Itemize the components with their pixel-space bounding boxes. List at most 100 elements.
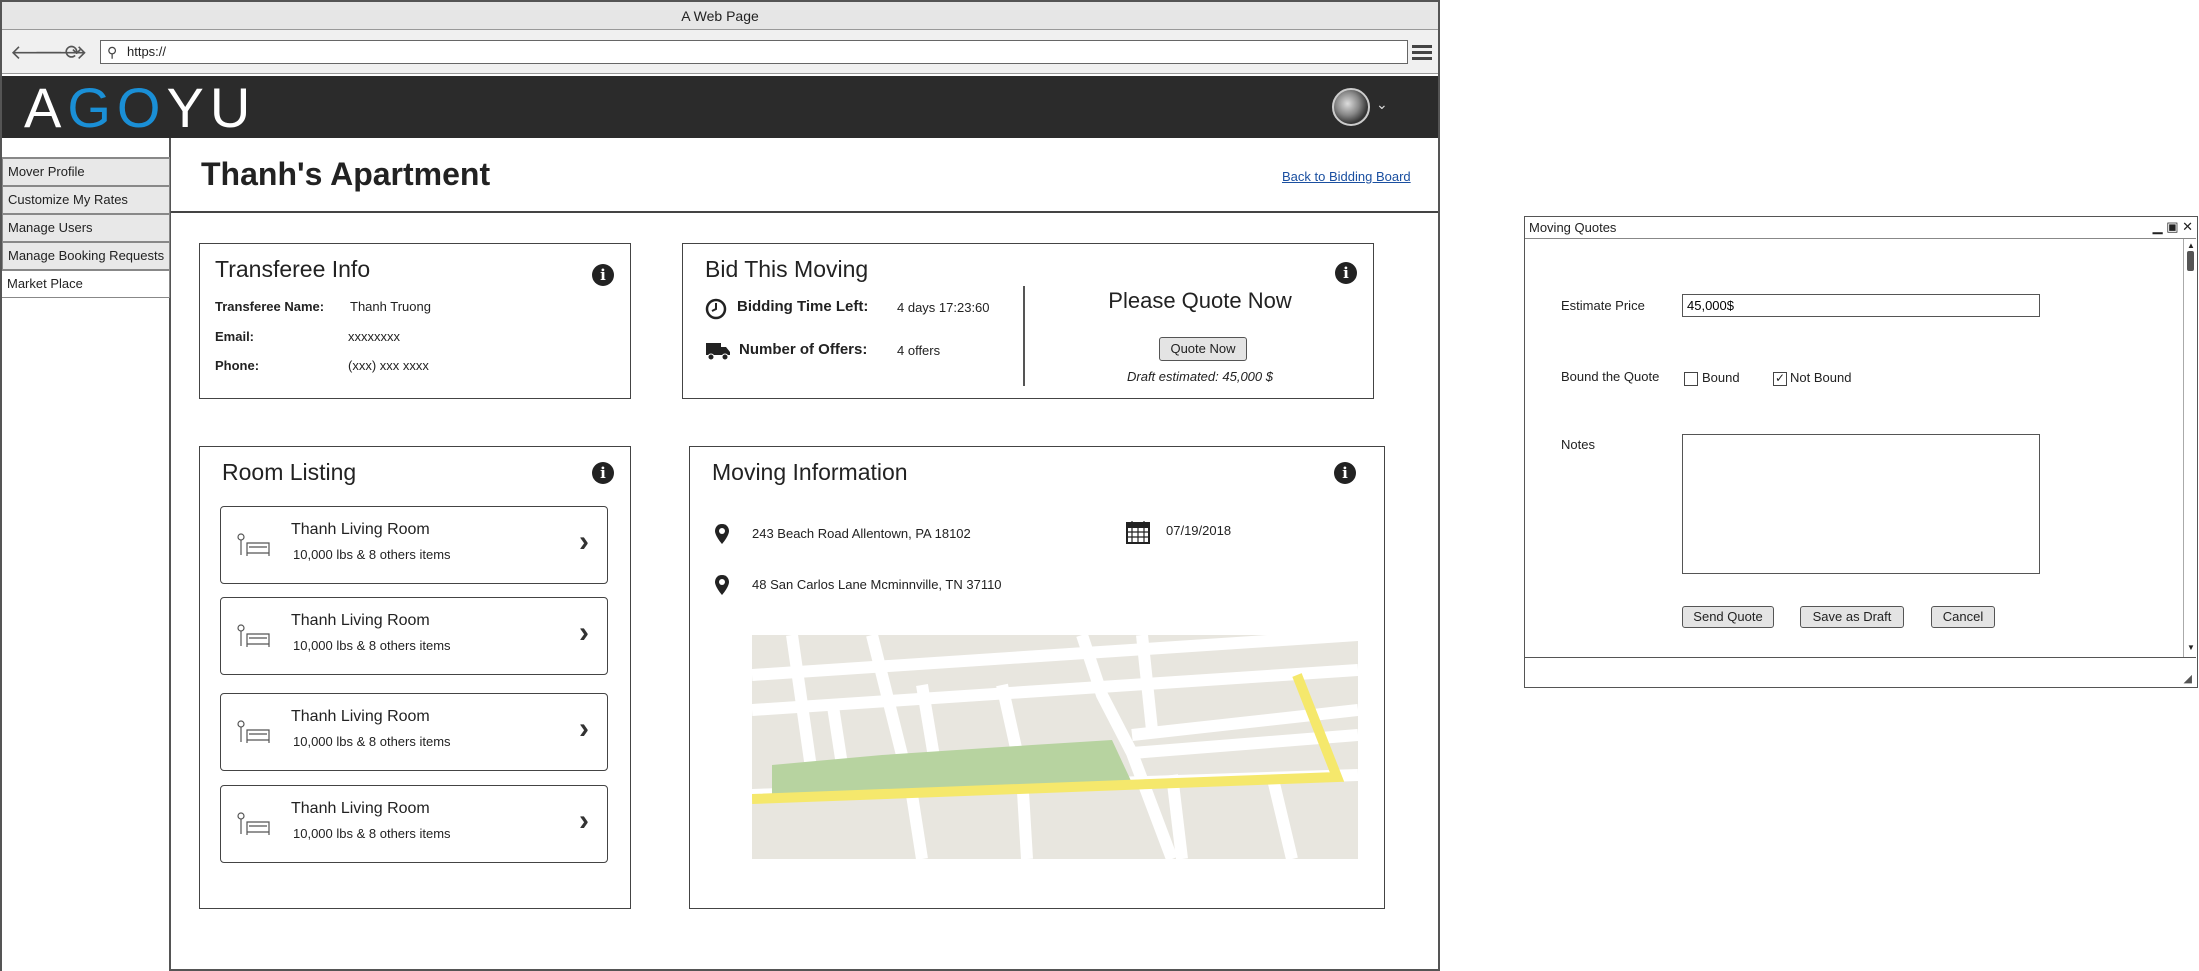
panel-title: Bid This Moving: [705, 256, 869, 282]
estimate-price-label: Estimate Price: [1561, 298, 1645, 313]
email-value: xxxxxxxx: [348, 329, 400, 344]
chevron-down-icon[interactable]: ⌄: [1376, 96, 1388, 113]
sidebar-item-manage-users[interactable]: Manage Users: [2, 214, 170, 242]
logo-letter-o: O: [116, 76, 167, 139]
transferee-name-value: Thanh Truong: [350, 299, 431, 314]
room-card[interactable]: Thanh Living Room 10,000 lbs & 8 others …: [220, 597, 608, 675]
room-detail: 10,000 lbs & 8 others items: [293, 638, 451, 653]
clock-icon: [705, 298, 727, 320]
scroll-up-icon[interactable]: ▲: [2187, 241, 2195, 250]
sofa-icon: [237, 720, 270, 743]
route-map[interactable]: [752, 635, 1358, 859]
hamburger-menu-icon[interactable]: [1412, 42, 1432, 62]
room-name: Thanh Living Room: [291, 800, 430, 817]
email-label: Email:: [215, 329, 255, 344]
room-card[interactable]: Thanh Living Room 10,000 lbs & 8 others …: [220, 693, 608, 771]
bidding-time-label: Bidding Time Left:: [737, 298, 869, 315]
notes-textarea[interactable]: [1682, 434, 2040, 574]
scroll-down-icon[interactable]: ▼: [2187, 643, 2195, 652]
window-controls-icon[interactable]: ▁ ▣ ✕: [2153, 217, 2193, 237]
bound-the-quote-label: Bound the Quote: [1561, 369, 1660, 384]
info-icon[interactable]: i: [592, 462, 614, 484]
draft-estimate-text: Draft estimated: 45,000 $: [1127, 369, 1273, 384]
chevron-right-icon: ›: [579, 712, 589, 745]
dialog-title: Moving Quotes: [1525, 217, 2196, 239]
moving-date: 07/19/2018: [1166, 523, 1232, 538]
info-icon[interactable]: i: [1334, 462, 1356, 484]
sidebar-header: [2, 138, 170, 158]
logo[interactable]: AGOYU: [24, 80, 256, 136]
reload-icon[interactable]: ⟳: [62, 42, 84, 64]
forward-arrow-icon[interactable]: 🡒: [34, 42, 88, 64]
chevron-right-icon: ›: [579, 616, 589, 649]
room-detail: 10,000 lbs & 8 others items: [293, 826, 451, 841]
moving-quotes-dialog: Moving Quotes ▁ ▣ ✕ ▲ ▼ Estimate Price B…: [1524, 216, 2198, 688]
bid-panel: Bid This Moving i Bidding Time Left: 4 d…: [682, 243, 1374, 399]
transferee-name-label: Transferee Name:: [215, 299, 325, 314]
room-name: Thanh Living Room: [291, 612, 430, 629]
url-text: https://: [127, 44, 167, 59]
sidebar-item-mover-profile[interactable]: Mover Profile: [2, 158, 170, 186]
moving-information-panel: Moving Information i 243 Beach Road Alle…: [689, 446, 1385, 909]
avatar[interactable]: [1332, 88, 1370, 126]
panel-title: Transferee Info: [215, 256, 371, 282]
send-quote-button[interactable]: Send Quote: [1682, 606, 1774, 628]
logo-letters-yu: YU: [166, 76, 257, 139]
not-bound-option-label: Not Bound: [1790, 370, 1852, 385]
notes-label: Notes: [1561, 437, 1595, 452]
please-quote-heading: Please Quote Now: [1108, 288, 1292, 313]
location-pin-icon: [715, 575, 729, 595]
room-detail: 10,000 lbs & 8 others items: [293, 547, 451, 562]
room-detail: 10,000 lbs & 8 others items: [293, 734, 451, 749]
logo-letter-g: G: [67, 76, 117, 139]
sofa-icon: [237, 533, 270, 556]
sidebar-item-manage-booking-requests[interactable]: Manage Booking Requests: [2, 242, 170, 270]
room-listing-panel: Room Listing i Thanh Living Room 10,000 …: [199, 446, 631, 909]
panel-title: Moving Information: [712, 459, 908, 485]
phone-value: (xxx) xxx xxxx: [348, 358, 429, 373]
info-icon[interactable]: i: [592, 264, 614, 286]
bound-checkbox[interactable]: [1684, 372, 1698, 386]
address-from: 243 Beach Road Allentown, PA 18102: [752, 526, 971, 541]
resize-grip-icon[interactable]: ◢: [2184, 672, 2192, 685]
not-bound-checkbox[interactable]: ✓: [1773, 372, 1787, 386]
scroll-thumb[interactable]: [2187, 251, 2194, 271]
back-arrow-icon[interactable]: 🡐: [10, 42, 64, 64]
page-title: Thanh's Apartment: [201, 156, 491, 192]
window-title: A Web Page: [2, 2, 1438, 30]
back-to-bidding-board-link[interactable]: Back to Bidding Board: [1282, 169, 1411, 184]
logo-letter-a: A: [24, 76, 68, 139]
room-card[interactable]: Thanh Living Room 10,000 lbs & 8 others …: [220, 506, 608, 584]
address-to: 48 San Carlos Lane Mcminnville, TN 37110: [752, 577, 1002, 592]
quote-now-button[interactable]: Quote Now: [1159, 337, 1247, 361]
location-pin-icon: [715, 524, 729, 544]
number-of-offers-label: Number of Offers:: [739, 341, 868, 358]
scrollbar[interactable]: ▲ ▼: [2183, 239, 2197, 657]
room-name: Thanh Living Room: [291, 521, 430, 538]
panel-title: Room Listing: [222, 459, 357, 485]
chevron-right-icon: ›: [579, 804, 589, 837]
cancel-button[interactable]: Cancel: [1931, 606, 1995, 628]
browser-toolbar: 🡐 🡒 ⟳ ⚲ https://: [2, 30, 1438, 74]
estimate-price-input[interactable]: [1682, 294, 2040, 317]
save-as-draft-button[interactable]: Save as Draft: [1800, 606, 1904, 628]
number-of-offers-value: 4 offers: [897, 343, 941, 358]
bidding-time-value: 4 days 17:23:60: [897, 300, 990, 315]
room-card[interactable]: Thanh Living Room 10,000 lbs & 8 others …: [220, 785, 608, 863]
sidebar-item-market-place[interactable]: Market Place: [2, 270, 170, 298]
sofa-icon: [237, 624, 270, 647]
sidebar-item-customize-my-rates[interactable]: Customize My Rates: [2, 186, 170, 214]
room-name: Thanh Living Room: [291, 708, 430, 725]
sidebar: Mover Profile Customize My Rates Manage …: [2, 138, 171, 971]
bound-option-label: Bound: [1702, 370, 1740, 385]
url-bar[interactable]: ⚲ https://: [100, 40, 1408, 64]
dialog-footer: ◢: [1525, 657, 2196, 687]
sofa-icon: [237, 812, 270, 835]
truck-icon: [706, 343, 730, 361]
app-header: AGOYU ⌄: [2, 76, 1438, 138]
info-icon[interactable]: i: [1335, 262, 1357, 284]
calendar-icon: [1126, 521, 1150, 544]
chevron-right-icon: ›: [579, 525, 589, 558]
browser-window: A Web Page 🡐 🡒 ⟳ ⚲ https:// AGOYU ⌄ Move…: [0, 0, 1440, 971]
phone-label: Phone:: [215, 358, 260, 373]
